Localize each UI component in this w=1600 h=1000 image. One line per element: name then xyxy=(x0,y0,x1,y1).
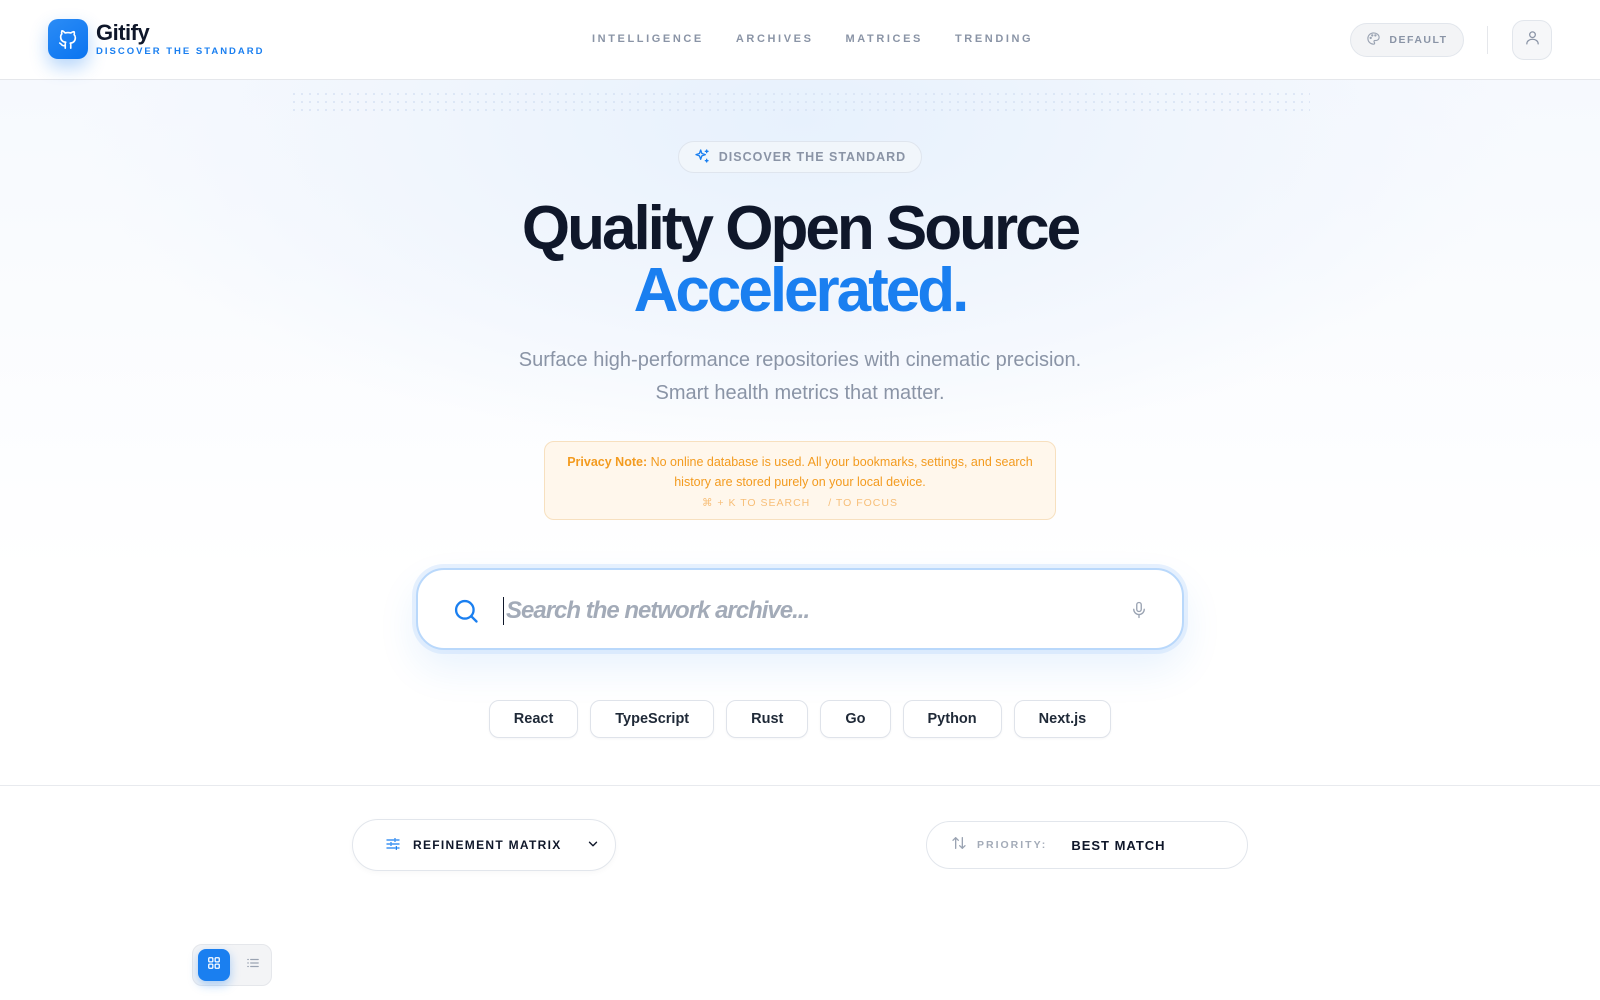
tag-react[interactable]: React xyxy=(488,700,579,738)
main-nav: INTELLIGENCE ARCHIVES MATRICES TRENDING xyxy=(592,33,1065,45)
profile-button[interactable] xyxy=(1512,20,1552,60)
nav-item-archives[interactable]: ARCHIVES xyxy=(736,33,814,45)
dot-pattern xyxy=(290,90,1310,116)
privacy-note-body: No online database is used. All your boo… xyxy=(647,455,1033,489)
privacy-note-label: Privacy Note: xyxy=(567,455,648,469)
text-caret xyxy=(503,597,504,625)
theme-button[interactable]: DEFAULT xyxy=(1350,23,1464,57)
tag-rust[interactable]: Rust xyxy=(726,700,809,738)
palette-icon xyxy=(1366,31,1381,49)
page: Gitify DISCOVER THE STANDARD INTELLIGENC… xyxy=(0,0,1600,1000)
grid-view-button[interactable] xyxy=(198,949,230,981)
github-logo-icon xyxy=(48,19,88,59)
sparkles-icon xyxy=(694,148,710,167)
search-input[interactable] xyxy=(506,589,1106,633)
refinement-matrix-button[interactable]: REFINEMENT MATRIX xyxy=(352,819,616,871)
quick-tags: React TypeScript Rust Go Python Next.js xyxy=(0,700,1600,738)
keyboard-hints: ⌘ + K TO SEARCH / TO FOCUS xyxy=(545,497,1055,509)
priority-label: PRIORITY: xyxy=(977,839,1048,851)
sliders-icon xyxy=(385,836,401,855)
list-icon xyxy=(246,956,260,975)
search-bar[interactable] xyxy=(416,568,1184,650)
brand-tagline: DISCOVER THE STANDARD xyxy=(96,45,265,57)
sort-arrows-icon xyxy=(951,835,967,856)
hero-headline-accent: Accelerated. xyxy=(633,256,970,325)
tag-nextjs[interactable]: Next.js xyxy=(1013,700,1112,738)
theme-label: DEFAULT xyxy=(1389,34,1448,46)
nav-item-intelligence[interactable]: INTELLIGENCE xyxy=(592,33,704,45)
user-icon xyxy=(1524,29,1541,51)
view-toggle xyxy=(192,944,272,986)
tag-go[interactable]: Go xyxy=(820,700,891,738)
hero-headline: Quality Open Source xyxy=(521,194,1081,263)
hero-subtitle-line-1: Surface high-performance repositories wi… xyxy=(518,349,1082,371)
nav-item-matrices[interactable]: MATRICES xyxy=(846,33,923,45)
refinement-matrix-label: REFINEMENT MATRIX xyxy=(413,838,562,852)
list-view-button[interactable] xyxy=(238,949,268,981)
hero-badge: DISCOVER THE STANDARD xyxy=(678,141,922,173)
hint-focus-shortcut: / TO FOCUS xyxy=(828,497,898,509)
header-divider xyxy=(1487,26,1488,54)
privacy-note: Privacy Note: No online database is used… xyxy=(544,441,1056,520)
top-header: Gitify DISCOVER THE STANDARD INTELLIGENC… xyxy=(0,0,1600,80)
microphone-icon[interactable] xyxy=(1130,600,1148,625)
brand[interactable]: Gitify DISCOVER THE STANDARD xyxy=(48,19,265,59)
hint-search-shortcut: ⌘ + K TO SEARCH xyxy=(702,497,811,509)
priority-value: BEST MATCH xyxy=(1071,837,1166,853)
nav-item-trending[interactable]: TRENDING xyxy=(955,33,1033,45)
tag-python[interactable]: Python xyxy=(902,700,1002,738)
priority-sort-select[interactable]: PRIORITY: BEST MATCH xyxy=(926,821,1248,869)
tag-typescript[interactable]: TypeScript xyxy=(590,700,715,738)
brand-name: Gitify xyxy=(96,19,150,45)
hero-badge-label: DISCOVER THE STANDARD xyxy=(718,150,907,164)
hero-subtitle-line-2: Smart health metrics that matter. xyxy=(655,382,945,404)
grid-icon xyxy=(207,956,221,975)
privacy-note-text: Privacy Note: No online database is used… xyxy=(545,452,1055,492)
chevron-down-icon xyxy=(586,837,600,854)
hero-subtitle: Surface high-performance repositories wi… xyxy=(0,344,1600,410)
search-icon xyxy=(452,597,480,630)
hero-section: DISCOVER THE STANDARD Quality Open Sourc… xyxy=(0,80,1600,786)
